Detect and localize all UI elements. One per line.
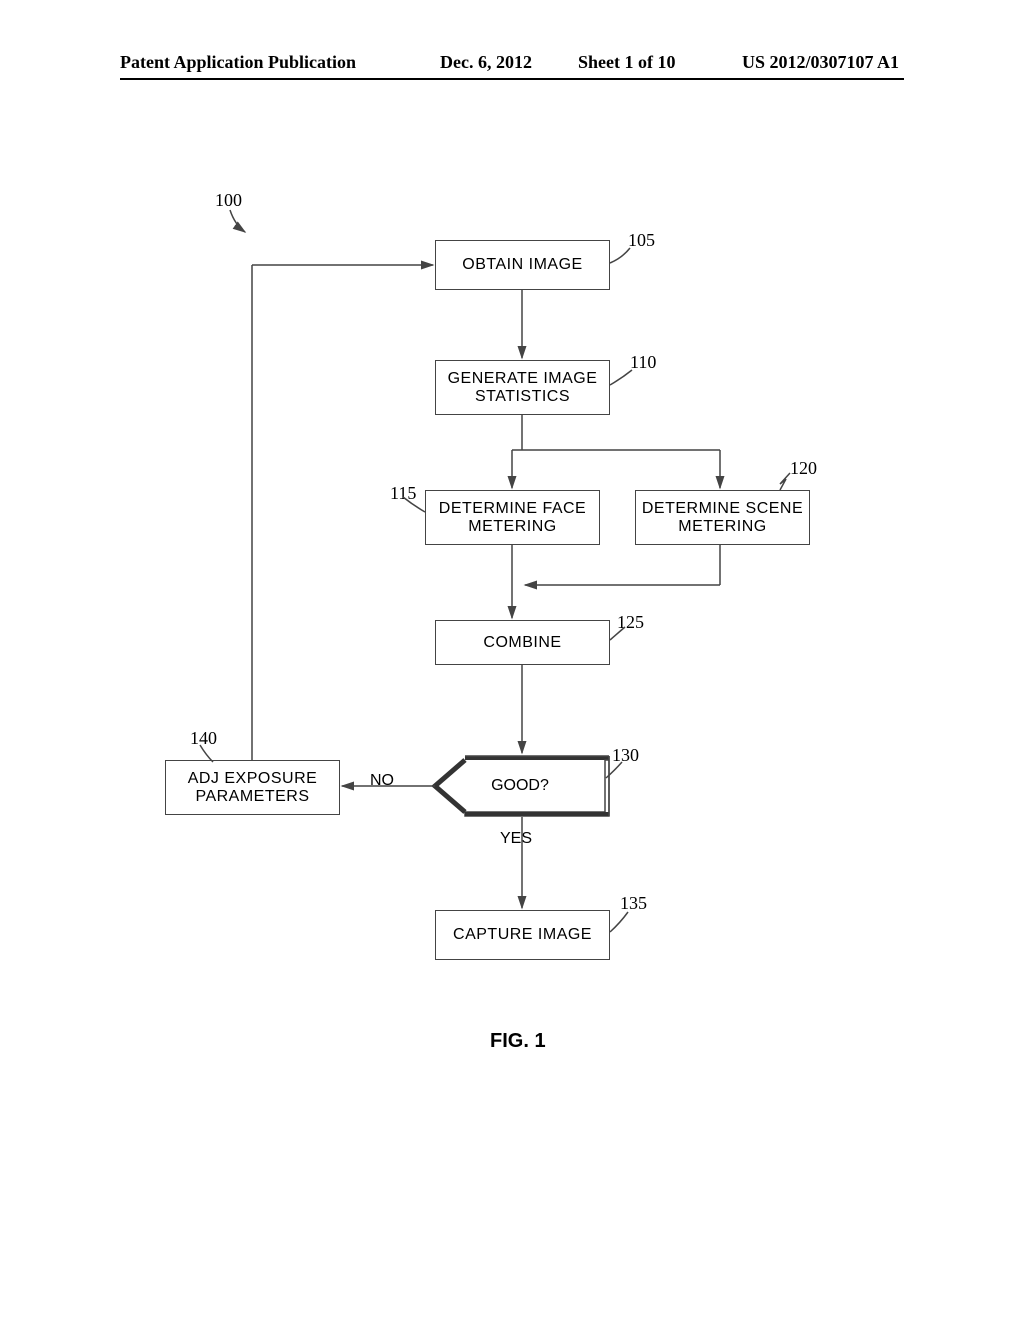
connectors	[120, 190, 904, 1090]
header-sheet: Sheet 1 of 10	[578, 52, 676, 73]
header-pubno: US 2012/0307107 A1	[742, 52, 899, 73]
figure-label: FIG. 1	[490, 1030, 546, 1053]
header-date: Dec. 6, 2012	[440, 52, 532, 73]
header-rule	[120, 78, 904, 80]
header-title: Patent Application Publication	[120, 52, 356, 73]
flowchart: 100 105 110 115 120 125 140 130 135 OBTA…	[120, 190, 904, 1090]
